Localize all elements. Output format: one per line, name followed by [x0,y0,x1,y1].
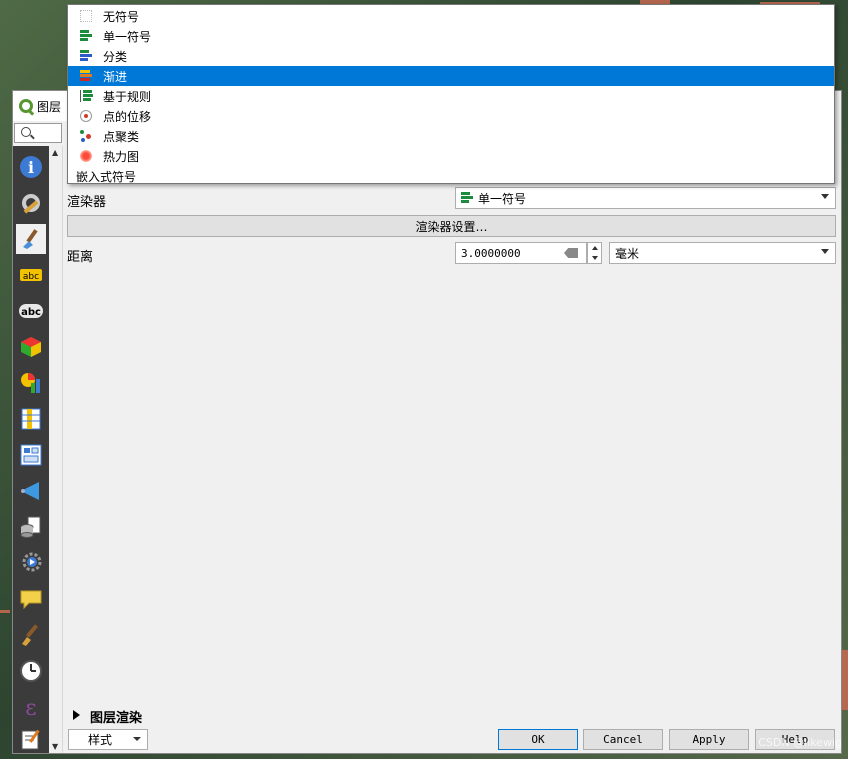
layer-properties-dialog: 图层 i abc abc ε ▲ ▼ 渲染器 单一符号 渲染器设置… 距离 3.… [12,90,842,754]
rule-based-icon [80,90,93,102]
categorized-icon [80,50,92,62]
expand-arrow-icon[interactable] [73,710,80,720]
variables-icon[interactable]: ε [16,692,46,722]
search-icon [21,127,31,137]
style-menu-button[interactable]: 样式 [68,729,148,750]
fields-icon[interactable] [16,404,46,434]
metadata-icon[interactable] [16,724,46,754]
clear-value-icon[interactable] [564,248,578,258]
dropdown-item-rule-based[interactable]: 基于规则 [68,86,834,106]
attributes-form-icon[interactable] [16,440,46,470]
symbology-icon[interactable] [16,224,46,254]
apply-button[interactable]: Apply [669,729,749,750]
dropdown-item-point-cluster[interactable]: 点聚类 [68,126,834,146]
heatmap-icon [80,150,92,162]
chevron-down-icon [821,194,829,199]
information-icon[interactable]: i [16,152,46,182]
single-symbol-icon [80,30,92,42]
layer-rendering-section[interactable]: 图层渲染 [90,707,142,726]
svg-text:i: i [28,158,34,177]
temporal-icon[interactable] [16,656,46,686]
renderer-settings-button[interactable]: 渲染器设置… [67,215,836,237]
renderer-label: 渲染器 [67,195,107,210]
point-displacement-icon [80,110,92,122]
renderer-combo[interactable]: 单一符号 [455,187,836,209]
display-tips-icon[interactable] [16,584,46,614]
dialog-title: 图层 [37,99,62,114]
search-input[interactable] [14,123,62,143]
unit-value: 毫米 [615,246,640,261]
source-settings-icon[interactable] [16,188,46,218]
renderer-dropdown-list: 无符号 单一符号 分类 渐进 基于规则 点的位移 点聚类 热力图 嵌入式符号 [67,4,835,184]
scroll-up-icon[interactable]: ▲ [52,148,58,157]
watermark-text: CSDN @likewig [758,736,842,749]
distance-label: 距离 [67,250,94,265]
qgis-logo-icon [19,99,33,113]
svg-text:abc: abc [23,272,39,282]
distance-spinbox[interactable]: 3.0000000 [455,242,587,264]
auxiliary-storage-icon[interactable] [16,512,46,542]
dropdown-item-single-symbol[interactable]: 单一符号 [68,26,834,46]
renderer-selected-value: 单一符号 [478,191,527,206]
no-symbol-icon [80,10,92,22]
style-menu-label: 样式 [88,733,113,747]
point-cluster-icon [80,130,92,142]
distance-value: 3.0000000 [461,246,521,260]
rendering-icon[interactable] [16,620,46,650]
distance-stepper[interactable] [587,242,602,264]
step-down-icon[interactable] [591,256,598,260]
ok-button[interactable]: OK [498,729,578,750]
scroll-down-icon[interactable]: ▼ [52,742,58,751]
diagrams-icon[interactable] [16,368,46,398]
masks-icon[interactable]: abc [16,296,46,326]
svg-text:abc: abc [21,307,41,318]
dropdown-item-categorized[interactable]: 分类 [68,46,834,66]
dropdown-item-embedded-symbols[interactable]: 嵌入式符号 [68,166,834,186]
sidebar-scrollbar[interactable]: ▲ ▼ [49,146,63,753]
dropdown-item-no-symbol[interactable]: 无符号 [68,6,834,26]
cancel-button[interactable]: Cancel [583,729,663,750]
unit-combo[interactable]: 毫米 [609,242,836,264]
graduated-icon [80,70,92,82]
chevron-down-icon [133,737,141,741]
labels-icon[interactable]: abc [16,260,46,290]
property-sidebar: i abc abc ε [13,146,49,753]
dropdown-item-graduated[interactable]: 渐进 [68,66,834,86]
dropdown-item-heatmap[interactable]: 热力图 [68,146,834,166]
actions-icon[interactable] [16,548,46,578]
dialog-title-bar: 图层 [13,91,69,121]
joins-icon[interactable] [16,476,46,506]
svg-text:ε: ε [25,696,36,719]
dropdown-item-point-displacement[interactable]: 点的位移 [68,106,834,126]
chevron-down-icon [821,249,829,254]
step-up-icon[interactable] [591,246,598,250]
single-symbol-icon [461,192,473,204]
3d-view-icon[interactable] [16,332,46,362]
